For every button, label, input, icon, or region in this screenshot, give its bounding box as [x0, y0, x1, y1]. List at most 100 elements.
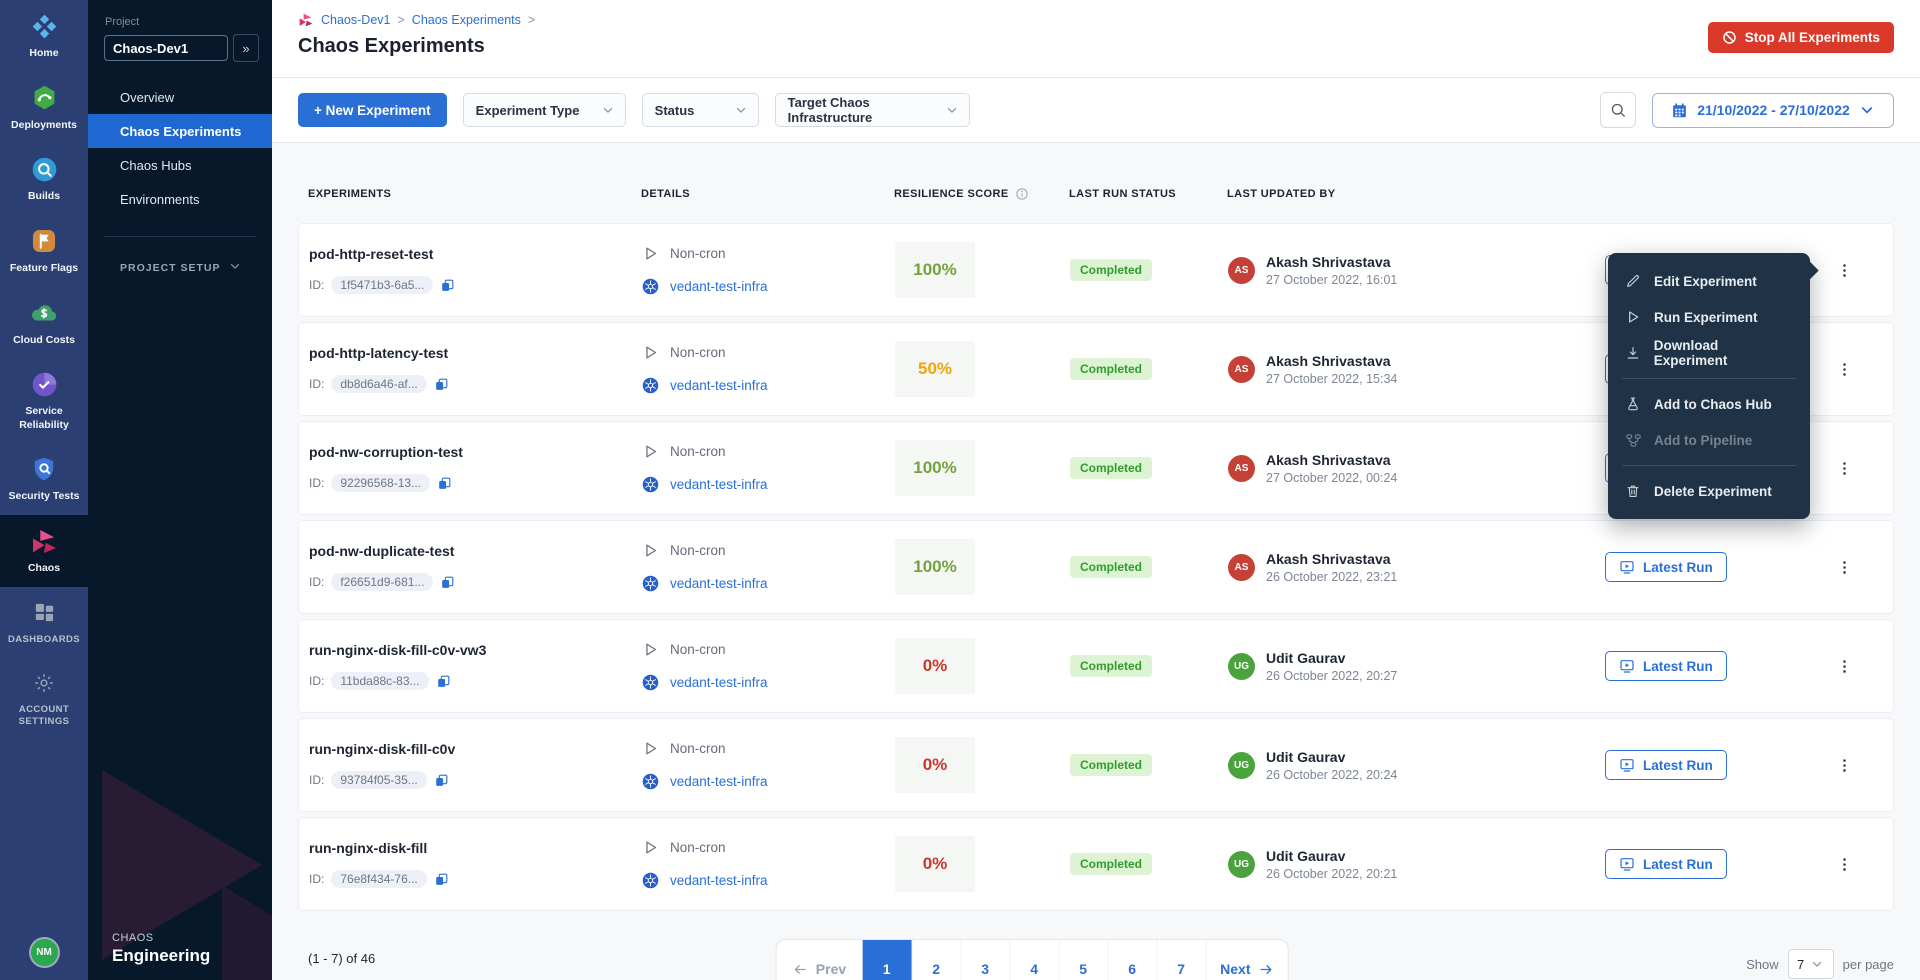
target-infrastructure-filter[interactable]: Target Chaos Infrastructure — [775, 93, 970, 127]
infrastructure-link[interactable]: vedant-test-infra — [670, 378, 768, 393]
module-label: Security Tests — [8, 490, 79, 504]
experiment-row[interactable]: run-nginx-disk-fill-c0v ID: 93784f05-35.… — [298, 718, 1894, 812]
module-item-feature-flags[interactable]: Feature Flags — [0, 215, 88, 287]
status-filter[interactable]: Status — [642, 93, 759, 127]
latest-run-button[interactable]: Latest Run — [1605, 552, 1727, 582]
date-range-label: 21/10/2022 - 27/10/2022 — [1697, 102, 1850, 118]
row-menu-button[interactable] — [1831, 849, 1857, 879]
info-icon[interactable] — [1015, 187, 1029, 201]
date-range-picker[interactable]: 21/10/2022 - 27/10/2022 — [1652, 93, 1894, 128]
copy-icon[interactable] — [440, 278, 455, 293]
module-item-security-tests[interactable]: Security Tests — [0, 443, 88, 515]
latest-run-button[interactable]: Latest Run — [1605, 849, 1727, 879]
module-item-account-settings[interactable]: ACCOUNT SETTINGS — [0, 657, 88, 740]
stop-all-experiments-button[interactable]: Stop All Experiments — [1708, 22, 1894, 53]
next-page-button[interactable]: Next — [1205, 940, 1287, 980]
page-button-2[interactable]: 2 — [911, 940, 960, 980]
filter-label: Experiment Type — [476, 103, 580, 118]
module-item-chaos[interactable]: Chaos — [0, 515, 88, 587]
column-header-last-updated-by: LAST UPDATED BY — [1217, 188, 1594, 200]
status-cell: Completed — [1060, 754, 1218, 776]
sidebar-item-chaos-experiments[interactable]: Chaos Experiments — [88, 114, 272, 148]
row-menu-button[interactable] — [1831, 453, 1857, 483]
page-button-1[interactable]: 1 — [862, 940, 911, 980]
experiment-name[interactable]: pod-nw-corruption-test — [309, 444, 632, 460]
menu-item-edit[interactable]: Edit Experiment — [1608, 263, 1810, 299]
copy-icon[interactable] — [436, 674, 451, 689]
page-button-6[interactable]: 6 — [1107, 940, 1156, 980]
experiment-name[interactable]: run-nginx-disk-fill-c0v-vw3 — [309, 642, 632, 658]
updated-date: 26 October 2022, 20:24 — [1266, 768, 1397, 782]
experiment-name[interactable]: run-nginx-disk-fill — [309, 840, 632, 856]
infrastructure-link[interactable]: vedant-test-infra — [670, 477, 768, 492]
edit-icon — [1624, 273, 1642, 289]
actions-cell: Latest Run — [1595, 651, 1893, 681]
row-menu-button[interactable] — [1831, 552, 1857, 582]
chaos-logo-icon — [298, 12, 314, 28]
infrastructure-link[interactable]: vedant-test-infra — [670, 873, 768, 888]
chaos-icon — [30, 527, 59, 555]
resilience-score-box: 100% — [895, 539, 975, 595]
latest-run-button[interactable]: Latest Run — [1605, 750, 1727, 780]
menu-item-download[interactable]: Download Experiment — [1608, 335, 1810, 371]
search-button[interactable] — [1600, 92, 1636, 128]
infrastructure-link[interactable]: vedant-test-infra — [670, 774, 768, 789]
collapse-sidebar-icon[interactable]: » — [233, 34, 259, 62]
module-item-service-reliability[interactable]: Service Reliability — [0, 358, 88, 443]
primary-sidebar: Home Deployments Builds Feature Flags Cl… — [0, 0, 88, 980]
module-item-cloud-costs[interactable]: Cloud Costs — [0, 287, 88, 359]
menu-item-chaos-hub[interactable]: Add to Chaos Hub — [1608, 386, 1810, 422]
copy-icon[interactable] — [434, 773, 449, 788]
project-select[interactable]: Chaos-Dev1 — [104, 35, 228, 61]
new-experiment-button[interactable]: + New Experiment — [298, 93, 447, 127]
row-menu-button[interactable] — [1831, 354, 1857, 384]
page-title: Chaos Experiments — [298, 35, 1894, 58]
module-item-deployments[interactable]: Deployments — [0, 72, 88, 144]
experiment-type-filter[interactable]: Experiment Type — [463, 93, 626, 127]
sidebar-item-overview[interactable]: Overview — [88, 80, 272, 114]
latest-run-label: Latest Run — [1643, 659, 1713, 674]
experiment-name[interactable]: pod-http-latency-test — [309, 345, 632, 361]
module-item-builds[interactable]: Builds — [0, 143, 88, 215]
experiment-id-row: ID: 93784f05-35... — [309, 771, 632, 789]
project-setup-section[interactable]: PROJECT SETUP — [88, 259, 272, 276]
experiment-id: 76e8f434-76... — [331, 870, 426, 888]
user-avatar[interactable]: NM — [31, 939, 58, 966]
page-size-select[interactable]: 7 — [1788, 949, 1834, 979]
row-menu-button[interactable] — [1831, 750, 1857, 780]
copy-icon[interactable] — [434, 377, 449, 392]
experiment-row[interactable]: run-nginx-disk-fill-c0v-vw3 ID: 11bda88c… — [298, 619, 1894, 713]
page-button-3[interactable]: 3 — [960, 940, 1009, 980]
row-menu-button[interactable] — [1831, 651, 1857, 681]
page-button-4[interactable]: 4 — [1009, 940, 1058, 980]
breadcrumb-project[interactable]: Chaos-Dev1 — [321, 13, 390, 27]
copy-icon[interactable] — [440, 575, 455, 590]
copy-icon[interactable] — [437, 476, 452, 491]
copy-icon[interactable] — [434, 872, 449, 887]
breadcrumb-page[interactable]: Chaos Experiments — [412, 13, 521, 27]
experiment-name[interactable]: run-nginx-disk-fill-c0v — [309, 741, 632, 757]
menu-item-run[interactable]: Run Experiment — [1608, 299, 1810, 335]
module-label: Home — [29, 47, 58, 61]
experiment-row[interactable]: pod-nw-duplicate-test ID: f26651d9-681..… — [298, 520, 1894, 614]
user-name: Akash Shrivastava — [1266, 254, 1397, 270]
infrastructure-link[interactable]: vedant-test-infra — [670, 576, 768, 591]
module-item-harness-home[interactable]: Home — [0, 0, 88, 72]
page-button-5[interactable]: 5 — [1058, 940, 1107, 980]
project-selector-row: Chaos-Dev1 » — [104, 34, 272, 62]
infrastructure-link[interactable]: vedant-test-infra — [670, 675, 768, 690]
experiment-id: 11bda88c-83... — [331, 672, 428, 690]
prev-page-button[interactable]: Prev — [777, 940, 862, 980]
sidebar-item-chaos-hubs[interactable]: Chaos Hubs — [88, 148, 272, 182]
infrastructure-link[interactable]: vedant-test-infra — [670, 279, 768, 294]
experiment-row[interactable]: run-nginx-disk-fill ID: 76e8f434-76... N… — [298, 817, 1894, 911]
latest-run-button[interactable]: Latest Run — [1605, 651, 1727, 681]
menu-item-delete[interactable]: Delete Experiment — [1608, 473, 1810, 509]
experiment-name[interactable]: pod-nw-duplicate-test — [309, 543, 632, 559]
module-item-dashboards[interactable]: DASHBOARDS — [0, 587, 88, 657]
page-button-7[interactable]: 7 — [1156, 940, 1205, 980]
sidebar-item-environments[interactable]: Environments — [88, 182, 272, 216]
row-menu-button[interactable] — [1831, 255, 1857, 285]
experiment-name[interactable]: pod-http-reset-test — [309, 246, 632, 262]
table-header-row: EXPERIMENTS DETAILS RESILIENCE SCORE LAS… — [298, 143, 1894, 223]
